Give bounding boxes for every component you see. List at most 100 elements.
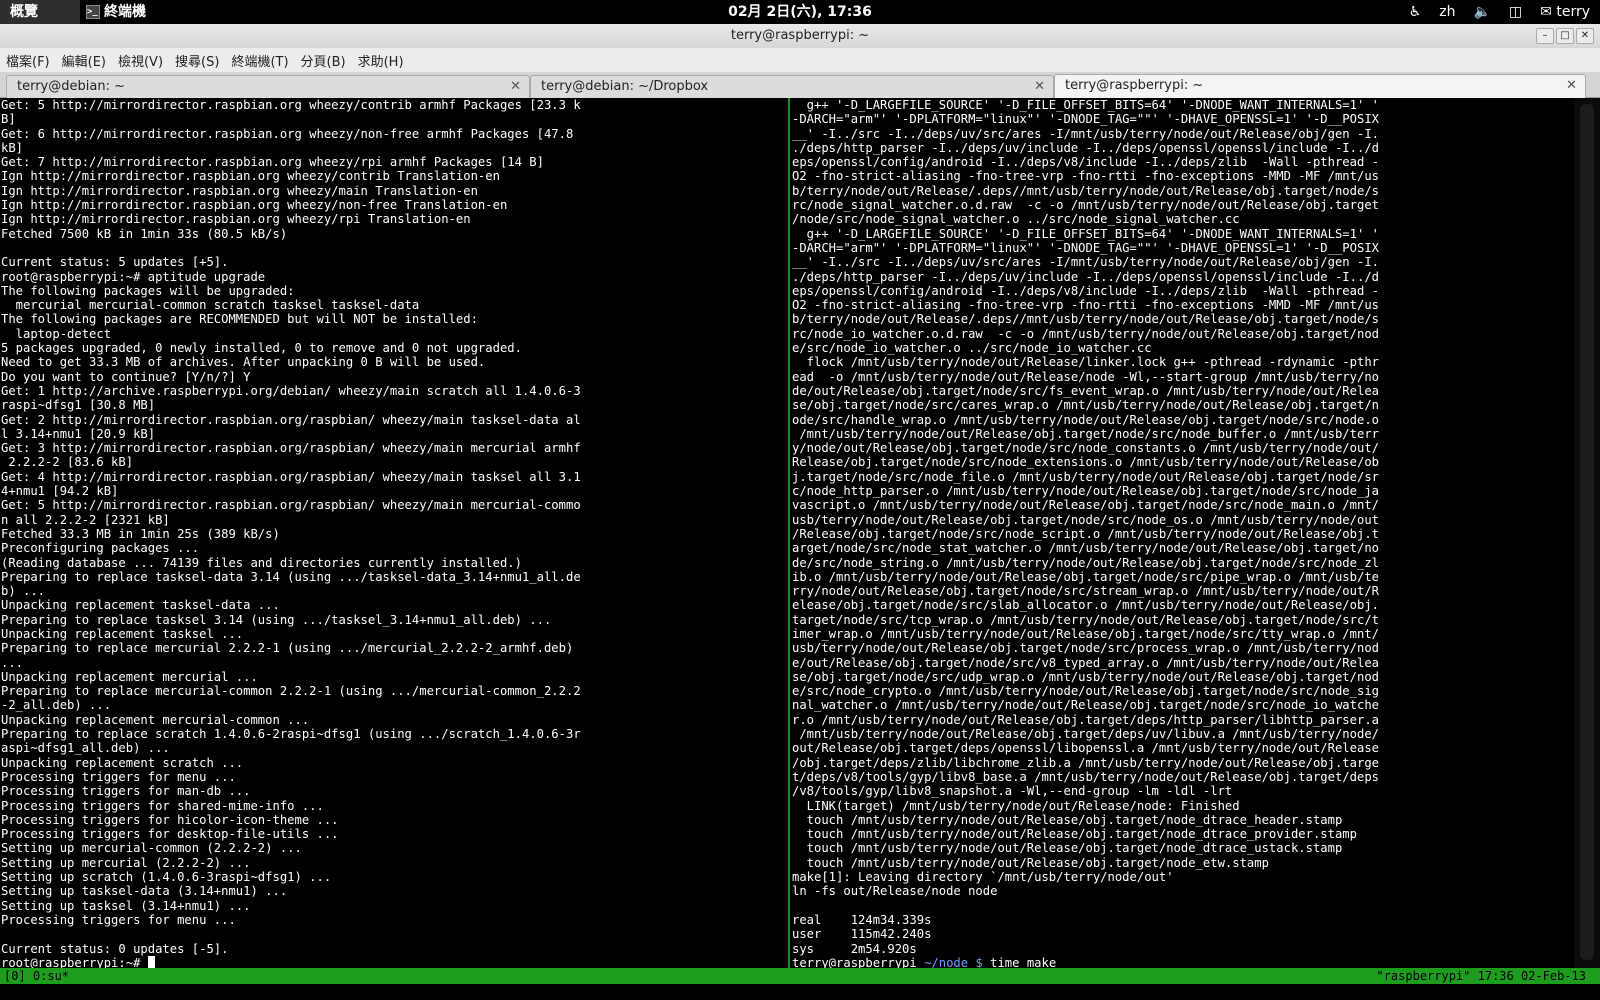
terminal-line: se/obj.target/node/src/cares_wrap.o /mnt… bbox=[792, 398, 1379, 413]
terminal-line: kB] bbox=[1, 140, 24, 155]
terminal-line: Get: 5 http://mirrordirector.raspbian.or… bbox=[1, 498, 581, 513]
terminal-line: Ign http://mirrordirector.raspbian.org w… bbox=[1, 198, 508, 213]
prompt-command: time make bbox=[982, 955, 1057, 968]
right-prompt-line: terry@raspberrypi ~/node $ time make bbox=[792, 956, 1574, 968]
terminal-line: real 124m34.339s bbox=[792, 912, 932, 927]
user-menu[interactable]: ✉ terry bbox=[1540, 4, 1590, 20]
tmux-window-list[interactable]: [0] 0:su* bbox=[4, 968, 69, 984]
terminal-line: Unpacking replacement scratch ... bbox=[1, 755, 244, 770]
display-icon[interactable]: ◫ bbox=[1509, 4, 1522, 20]
tab-label: terry@raspberrypi: ~ bbox=[1065, 78, 1204, 93]
terminal-line: ode/src/handle_wrap.o /mnt/usb/terry/nod… bbox=[792, 412, 1379, 427]
terminal-line: /v8/tools/gyp/libv8_snapshot.a -Wl,--end… bbox=[792, 784, 1233, 799]
tab-raspberrypi-home[interactable]: terry@raspberrypi: ~ ✕ bbox=[1054, 74, 1586, 98]
terminal-line: Preparing to replace tasksel 3.14 (using… bbox=[1, 612, 552, 627]
terminal-line: Processing triggers for desktop-file-uti… bbox=[1, 827, 339, 842]
terminal-line: /Release/obj.target/node/src/node_script… bbox=[792, 526, 1379, 541]
terminal-line: nal_watcher.o /mnt/usb/terry/node/out/Re… bbox=[792, 698, 1379, 713]
terminal-line: ./deps/http_parser -I../deps/uv/include … bbox=[792, 269, 1379, 284]
terminal-scrollbar[interactable] bbox=[1574, 98, 1600, 968]
terminal-line: mercurial mercurial-common scratch tasks… bbox=[1, 298, 420, 313]
tab-close-icon[interactable]: ✕ bbox=[1566, 75, 1577, 97]
terminal-line: 4+nmu1 [94.2 kB] bbox=[1, 484, 119, 499]
terminal-line: y/node/out/Release/obj.target/node/src/n… bbox=[792, 441, 1379, 456]
scrollbar-thumb[interactable] bbox=[1580, 104, 1594, 960]
right-tmux-pane[interactable]: g++ '-D_LARGEFILE_SOURCE' '-D_FILE_OFFSE… bbox=[792, 98, 1574, 968]
terminal-line: e/out/Release/obj.target/node/src/v8_typ… bbox=[792, 655, 1379, 670]
terminal-line: flock /mnt/usb/terry/node/out/Release/li… bbox=[792, 355, 1379, 370]
system-tray: ♿ zh 🔈 ◫ ✉ terry bbox=[1409, 0, 1590, 24]
terminal-line: t/deps/v8/tools/gyp/libv8_base.a /mnt/us… bbox=[792, 769, 1379, 784]
accessibility-icon[interactable]: ♿ bbox=[1409, 4, 1422, 20]
terminal-line: Current status: 5 updates [+5]. bbox=[1, 255, 229, 270]
terminal-line: Preparing to replace mercurial 2.2.2-1 (… bbox=[1, 641, 574, 656]
terminal-line: b/terry/node/out/Release/.deps//mnt/usb/… bbox=[792, 312, 1379, 327]
tab-debian-dropbox[interactable]: terry@debian: ~/Dropbox ✕ bbox=[530, 75, 1054, 98]
terminal-line: Ign http://mirrordirector.raspbian.org w… bbox=[1, 183, 478, 198]
terminal-line: make[1]: Leaving directory `/mnt/usb/ter… bbox=[792, 870, 1174, 885]
pane-divider[interactable] bbox=[788, 98, 790, 968]
terminal-line: rc/node_signal_watcher.o.d.raw -c -o /mn… bbox=[792, 198, 1379, 213]
menu-search[interactable]: 搜尋(S) bbox=[169, 51, 225, 70]
terminal-line: -DARCH="arm"' '-DPLATFORM="linux"' '-DNO… bbox=[792, 240, 1379, 255]
maximize-icon[interactable]: □ bbox=[1556, 28, 1574, 44]
terminal-line: Get: 5 http://mirrordirector.raspbian.or… bbox=[1, 98, 581, 112]
terminal-area[interactable]: Get: 5 http://mirrordirector.raspbian.or… bbox=[0, 98, 1600, 968]
menu-edit[interactable]: 編輯(E) bbox=[56, 51, 112, 70]
tab-debian-home[interactable]: terry@debian: ~ ✕ bbox=[6, 75, 530, 98]
tab-close-icon[interactable]: ✕ bbox=[1034, 76, 1045, 98]
terminal-line: n all 2.2.2-2 [2321 kB] bbox=[1, 512, 170, 527]
input-language[interactable]: zh bbox=[1439, 4, 1455, 20]
terminal-line: Do you want to continue? [Y/n/?] Y bbox=[1, 369, 251, 384]
terminal-line: j.target/node/src/node_file.o /mnt/usb/t… bbox=[792, 469, 1379, 484]
minimize-icon[interactable]: – bbox=[1536, 28, 1554, 44]
terminal-line: -2_all.deb) ... bbox=[1, 698, 112, 713]
terminal-line: Unpacking replacement tasksel ... bbox=[1, 626, 244, 641]
terminal-line: vascript.o /mnt/usb/terry/node/out/Relea… bbox=[792, 498, 1379, 513]
top-panel: 概覽 >_ 終端機 02月 2日(六), 17:36 ♿ zh 🔈 ◫ ✉ te… bbox=[0, 0, 1600, 24]
terminal-line: Processing triggers for hicolor-icon-the… bbox=[1, 812, 339, 827]
prompt-host: terry@raspberrypi bbox=[792, 955, 917, 968]
menu-view[interactable]: 檢視(V) bbox=[112, 51, 169, 70]
tab-label: terry@debian: ~/Dropbox bbox=[541, 79, 709, 94]
terminal-line: Preparing to replace tasksel-data 3.14 (… bbox=[1, 569, 581, 584]
terminal-line: l 3.14+nmu1 [20.9 kB] bbox=[1, 426, 156, 441]
terminal-line: Processing triggers for shared-mime-info… bbox=[1, 798, 324, 813]
tmux-status-right: "raspberrypi" 17:36 02-Feb-13 bbox=[1376, 969, 1586, 983]
menu-help[interactable]: 求助(H) bbox=[352, 51, 410, 70]
terminal-line: __' -I../src -I../deps/uv/src/ares -I/mn… bbox=[792, 126, 1379, 141]
terminal-line: Preparing to replace scratch 1.4.0.6-2ra… bbox=[1, 727, 581, 742]
terminal-line: b) ... bbox=[1, 584, 46, 599]
tab-close-icon[interactable]: ✕ bbox=[510, 76, 521, 98]
terminal-line: Processing triggers for man-db ... bbox=[1, 784, 251, 799]
menu-file[interactable]: 檔案(F) bbox=[0, 51, 56, 70]
close-icon[interactable]: ✕ bbox=[1576, 28, 1594, 44]
terminal-line: LINK(target) /mnt/usb/terry/node/out/Rel… bbox=[792, 798, 1240, 813]
terminal-line: 5 packages upgraded, 0 newly installed, … bbox=[1, 341, 522, 356]
terminal-line: The following packages are RECOMMENDED b… bbox=[1, 312, 478, 327]
terminal-line: Ign http://mirrordirector.raspbian.org w… bbox=[1, 212, 471, 227]
terminal-line: ead -o /mnt/usb/terry/node/out/Release/n… bbox=[792, 369, 1379, 384]
terminal-line: 2.2.2-2 [83.6 kB] bbox=[1, 455, 134, 470]
terminal-line: Unpacking replacement mercurial-common .… bbox=[1, 712, 310, 727]
terminal-line: ib.o /mnt/usb/terry/node/out/Release/obj… bbox=[792, 569, 1379, 584]
menu-terminal[interactable]: 終端機(T) bbox=[225, 51, 294, 70]
terminal-line: Get: 4 http://mirrordirector.raspbian.or… bbox=[1, 469, 581, 484]
terminal-line: Preconfiguring packages ... bbox=[1, 541, 200, 556]
left-tmux-pane[interactable]: Get: 5 http://mirrordirector.raspbian.or… bbox=[1, 98, 787, 968]
terminal-line: raspi~dfsg1 [30.8 MB] bbox=[1, 398, 156, 413]
terminal-line: -DARCH="arm"' '-DPLATFORM="linux"' '-DNO… bbox=[792, 112, 1379, 127]
bottom-edge bbox=[0, 984, 1600, 1000]
clock[interactable]: 02月 2日(六), 17:36 bbox=[0, 0, 1600, 24]
menu-tabs[interactable]: 分頁(B) bbox=[295, 51, 352, 70]
terminal-line: usb/terry/node/out/Release/obj.target/no… bbox=[792, 512, 1379, 527]
terminal-line: r.o /mnt/usb/terry/node/out/Release/obj.… bbox=[792, 712, 1379, 727]
terminal-line: Need to get 33.3 MB of archives. After u… bbox=[1, 355, 486, 370]
terminal-line: /mnt/usb/terry/node/out/Release/obj.targ… bbox=[792, 426, 1379, 441]
terminal-line: imer_wrap.o /mnt/usb/terry/node/out/Rele… bbox=[792, 626, 1379, 641]
volume-icon[interactable]: 🔈 bbox=[1473, 4, 1490, 20]
terminal-line: Unpacking replacement tasksel-data ... bbox=[1, 598, 280, 613]
window-titlebar[interactable]: terry@raspberrypi: ~ – □ ✕ bbox=[0, 24, 1600, 48]
terminal-line: elease/obj.target/node/src/slab_allocato… bbox=[792, 598, 1379, 613]
